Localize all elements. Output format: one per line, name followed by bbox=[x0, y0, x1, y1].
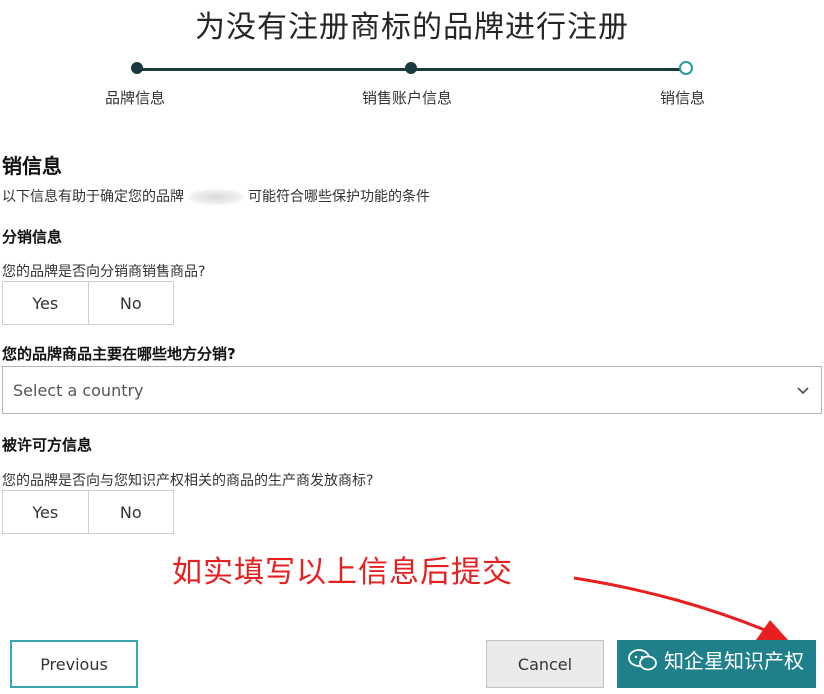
licensee-no-option[interactable]: No bbox=[87, 491, 174, 533]
annotation-arrow-icon bbox=[573, 576, 788, 640]
distribution-heading: 分销信息 bbox=[2, 228, 63, 246]
licensee-yes-option[interactable]: Yes bbox=[3, 491, 88, 533]
country-select[interactable]: Select a country bbox=[2, 366, 822, 414]
section-description-end: 可能符合哪些保护功能的条件 bbox=[248, 189, 430, 205]
distributor-question: 您的品牌是否向分销商销售商品? bbox=[2, 264, 206, 280]
section-title: 销信息 bbox=[2, 154, 62, 178]
step-1-label: 品牌信息 bbox=[105, 89, 166, 107]
previous-button[interactable]: Previous bbox=[10, 640, 138, 688]
step-1-dot bbox=[131, 62, 143, 74]
wechat-icon bbox=[628, 648, 657, 670]
watermark-text: 知企星知识产权 bbox=[664, 649, 804, 673]
step-2-label: 销售账户信息 bbox=[362, 89, 453, 107]
licensee-yes-no-toggle: Yes No bbox=[2, 490, 174, 534]
distributor-no-option[interactable]: No bbox=[87, 282, 174, 324]
cancel-button[interactable]: Cancel bbox=[486, 640, 604, 688]
licensee-question: 您的品牌是否向与您知识产权相关的商品的生产商发放商标? bbox=[2, 473, 374, 489]
country-select-placeholder: Select a country bbox=[13, 380, 144, 400]
step-3-dot bbox=[679, 61, 693, 75]
distributor-yes-no-toggle: Yes No bbox=[2, 281, 174, 325]
section-description: 以下信息有助于确定您的品牌 可能符合哪些保护功能的条件 bbox=[2, 186, 430, 206]
step-3-label: 销信息 bbox=[660, 89, 706, 107]
page-title: 为没有注册商标的品牌进行注册 bbox=[195, 10, 629, 45]
annotation-text: 如实填写以上信息后提交 bbox=[172, 555, 513, 590]
licensee-heading: 被许可方信息 bbox=[2, 436, 93, 454]
watermark: 知企星知识产权 bbox=[628, 645, 804, 674]
section-description-start: 以下信息有助于确定您的品牌 bbox=[2, 189, 184, 205]
redacted-brand-name bbox=[188, 189, 244, 205]
chevron-down-icon bbox=[797, 387, 809, 395]
distribution-region-question: 您的品牌商品主要在哪些地方分销? bbox=[2, 345, 236, 363]
step-2-dot bbox=[405, 62, 417, 74]
distributor-yes-option[interactable]: Yes bbox=[3, 282, 88, 324]
